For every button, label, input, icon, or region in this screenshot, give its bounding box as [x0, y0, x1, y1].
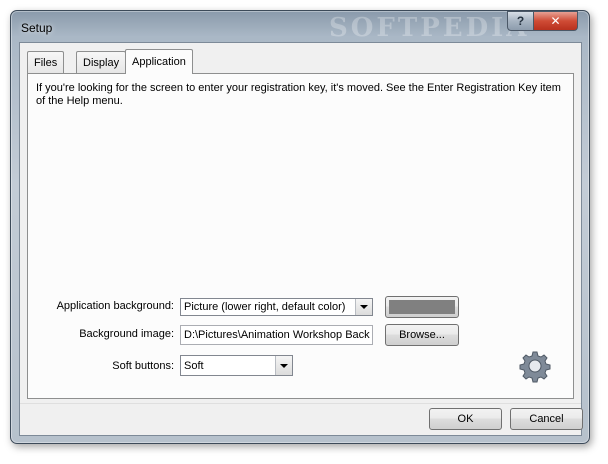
cancel-button[interactable]: Cancel [510, 408, 583, 430]
gear-icon[interactable] [518, 349, 552, 383]
window-title: Setup [21, 21, 53, 35]
background-color-button[interactable] [385, 296, 459, 318]
registration-notice: If you're looking for the screen to ente… [36, 82, 561, 107]
browse-button[interactable]: Browse... [385, 324, 459, 346]
tab-application[interactable]: Application [125, 49, 193, 74]
background-image-label: Background image: [79, 328, 174, 340]
soft-buttons-label: Soft buttons: [112, 360, 174, 372]
background-image-field[interactable]: D:\Pictures\Animation Workshop Back [180, 325, 373, 345]
dialog-client-area: Files Display Application If you're look… [19, 42, 583, 436]
chevron-down-icon [275, 356, 292, 375]
app-background-value: Picture (lower right, default color) [184, 301, 346, 313]
help-button[interactable]: ? [507, 11, 534, 31]
footer-separator [20, 403, 581, 404]
setup-dialog: SOFTPEDIA Setup ? ✕ Files Display Applic… [10, 10, 590, 444]
color-swatch [389, 300, 455, 314]
ok-button[interactable]: OK [429, 408, 502, 430]
app-background-select[interactable]: Picture (lower right, default color) [180, 298, 373, 316]
tab-display[interactable]: Display [76, 51, 127, 73]
soft-buttons-select[interactable]: Soft [180, 355, 293, 376]
watermark-text: SOFTPEDIA [329, 13, 530, 43]
close-button[interactable]: ✕ [533, 11, 578, 31]
tab-files[interactable]: Files [27, 51, 65, 73]
app-background-label: Application background: [56, 300, 174, 312]
application-tab-panel: If you're looking for the screen to ente… [27, 73, 574, 399]
soft-buttons-value: Soft [184, 359, 204, 372]
chevron-down-icon [355, 299, 372, 315]
